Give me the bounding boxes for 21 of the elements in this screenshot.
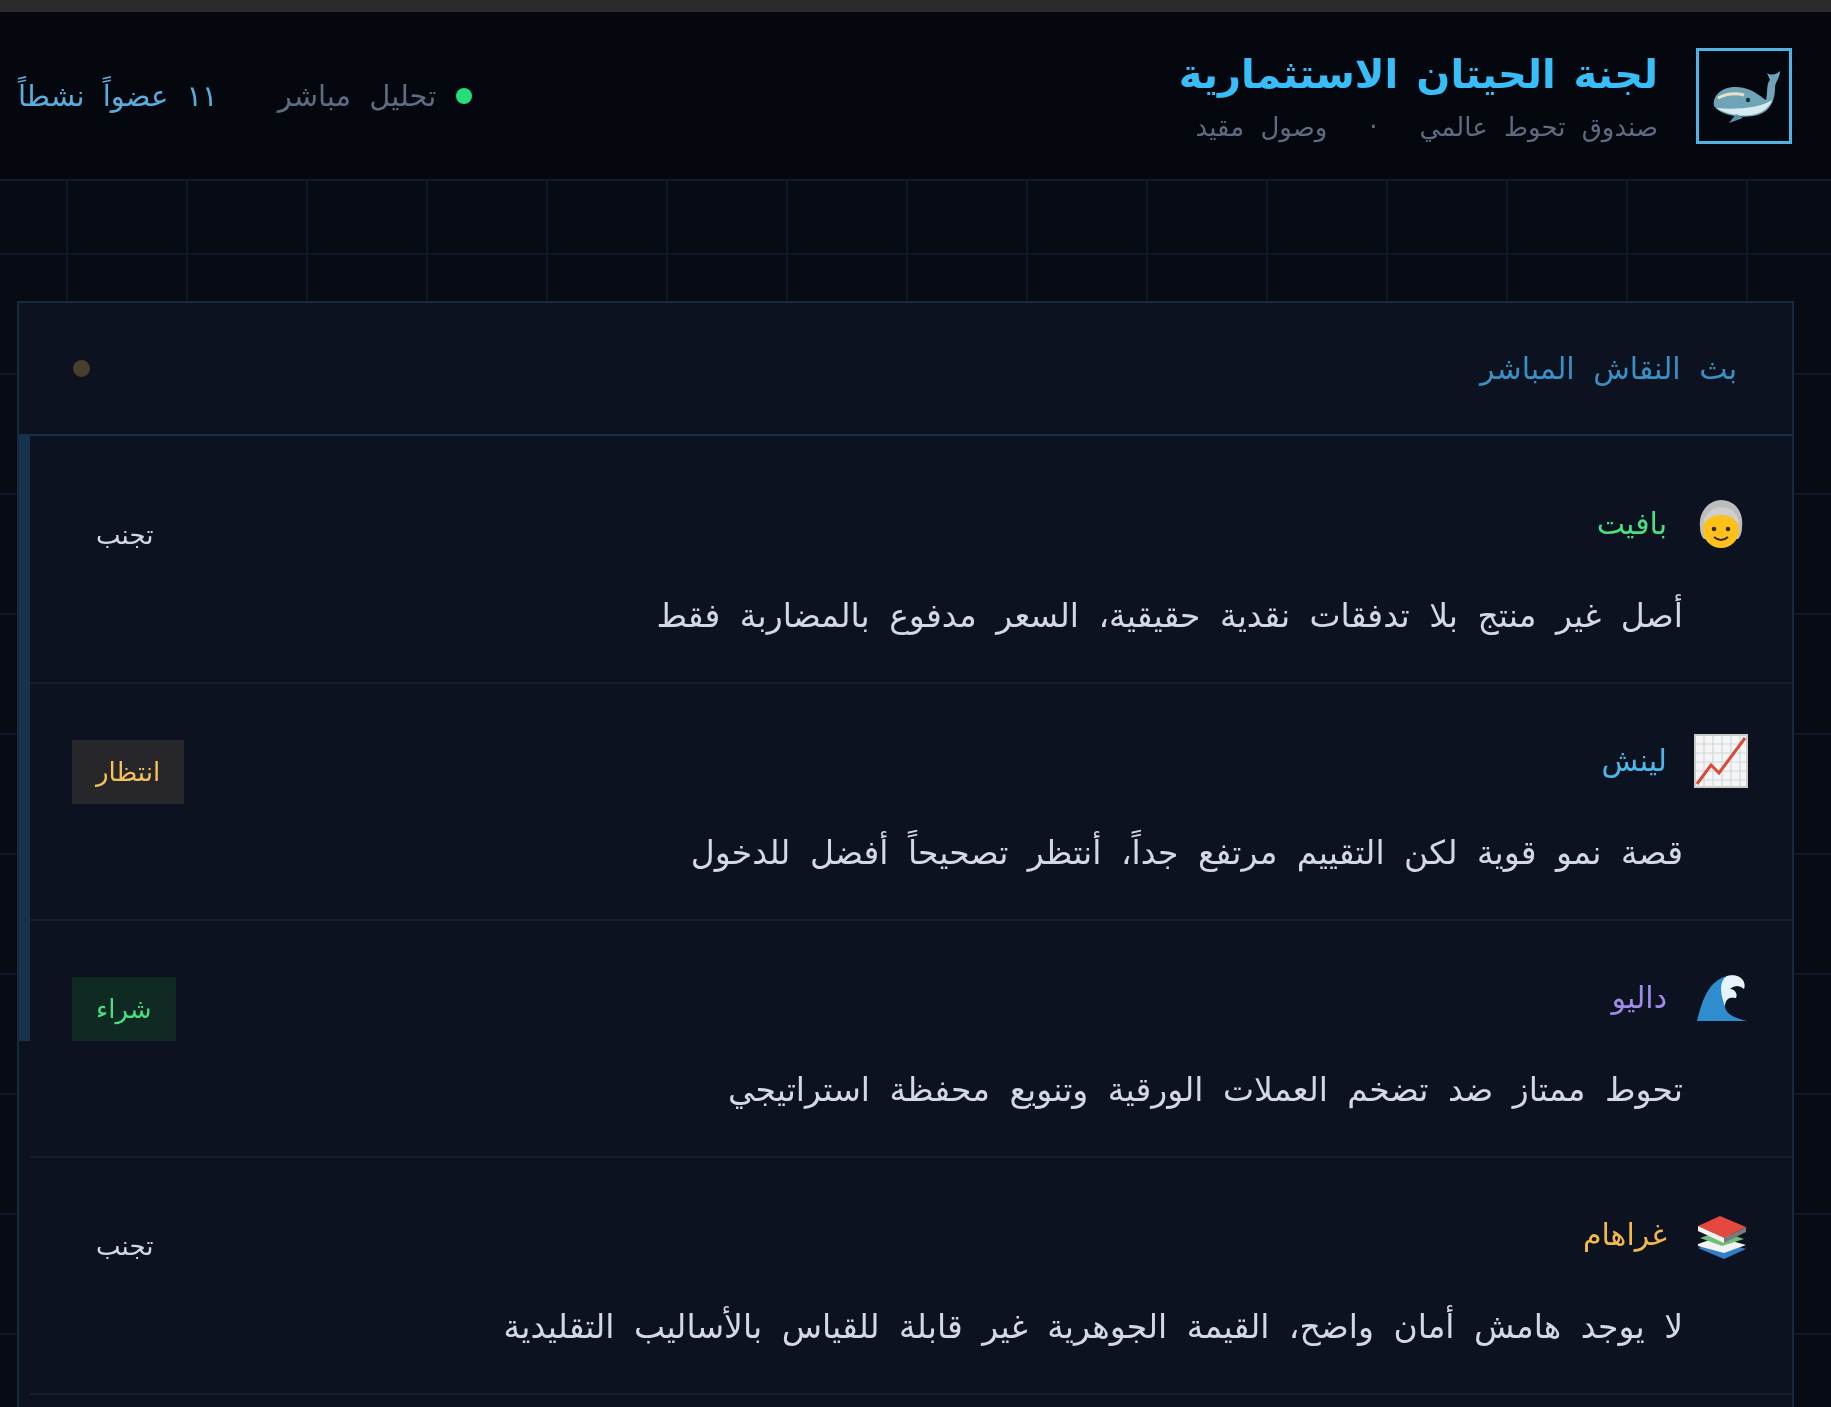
message-text: تحوط ممتاز ضد تضخم العملات الورقية وتنويع محفظة استراتيجي bbox=[727, 1069, 1683, 1111]
scrollbar-thumb[interactable] bbox=[19, 436, 30, 1041]
verdict-label: تجنب bbox=[95, 1230, 155, 1263]
member-name: لينش bbox=[1601, 742, 1667, 780]
member-count: ١١ عضواً نشطاً bbox=[18, 76, 218, 115]
verdict-badge: انتظار bbox=[72, 740, 185, 804]
panel-title: بث النقاش المباشر bbox=[1479, 349, 1737, 388]
member-name: بافيت bbox=[1596, 505, 1667, 543]
subtitle-text: وصول مقيد bbox=[1195, 110, 1328, 144]
verdict-badge: شراء bbox=[72, 977, 176, 1041]
whale-icon bbox=[1696, 47, 1792, 144]
line-chart-icon bbox=[1694, 734, 1748, 788]
verdict-label: تجنب bbox=[95, 519, 155, 552]
message-text: لا يوجد هامش أمان واضح، القيمة الجوهرية غير قابلة للقياس بالأساليب التقليدية bbox=[503, 1306, 1683, 1348]
subtitle-text: صندوق تحوط عالمي bbox=[1419, 110, 1658, 144]
member-name: داليو bbox=[1611, 979, 1667, 1017]
member-name: غراهام bbox=[1582, 1216, 1667, 1254]
message-text: أصل غير منتج بلا تدفقات نقدية حقيقية، السعر مدفوع بالمضاربة فقط bbox=[656, 595, 1683, 637]
live-status-label: تحليل مباشر bbox=[277, 77, 437, 115]
separator: · bbox=[1369, 110, 1378, 144]
app-title: لجنة الحيتان الاستثمارية bbox=[1178, 49, 1658, 100]
